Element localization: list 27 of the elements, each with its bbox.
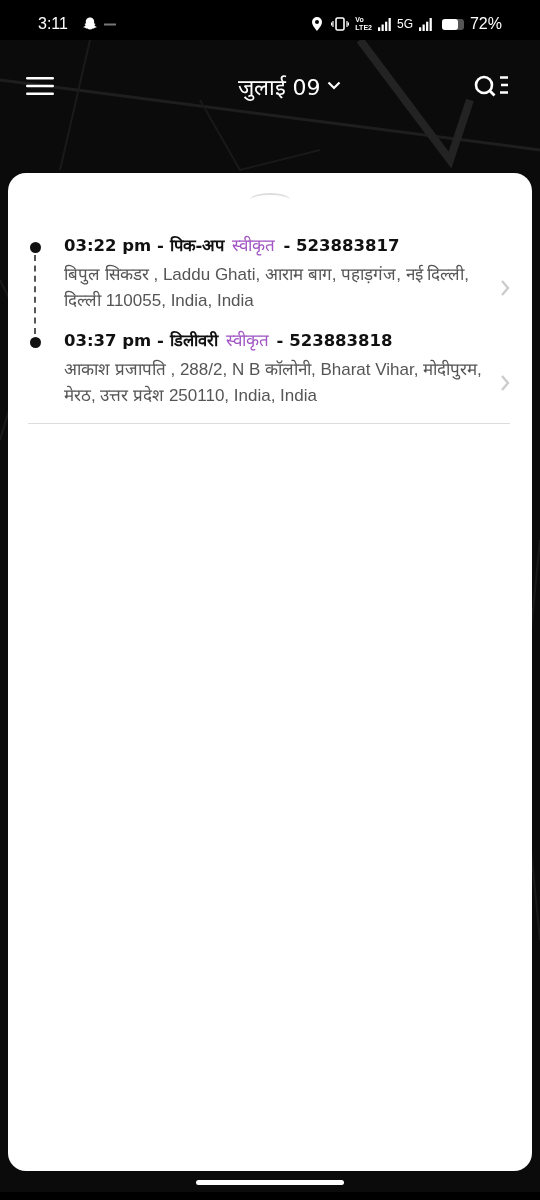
timeline-dot xyxy=(29,337,41,348)
menu-icon[interactable] xyxy=(26,75,54,96)
stop-row[interactable]: 03:22 pm - पिक-अप स्वीकृत - 523883817 बिपुल सिकडर , Laddu Ghati, आराम बाग, पहाड़गंज, नई दिल्ली, दिल्ली 110055, India, India xyxy=(64,233,510,328)
vibrate-icon xyxy=(331,16,350,32)
stop-time-type: 03:37 pm - डिलीवरी xyxy=(64,330,218,351)
chevron-right-icon xyxy=(500,374,510,392)
chevron-down-icon xyxy=(326,81,341,90)
order-number: - 523883817 xyxy=(283,236,400,255)
signal-icon xyxy=(418,17,432,31)
address-text: बिपुल सिकडर , Laddu Ghati, आराम बाग, पहाड़गंज, नई दिल्ली, दिल्ली 110055, India, India xyxy=(64,263,471,312)
notification-icon xyxy=(103,22,116,26)
battery-percentage: 72% xyxy=(469,15,502,33)
stop-time-type: 03:22 pm - पिक-अप xyxy=(64,235,225,256)
timeline-dot xyxy=(29,242,41,253)
search-icon[interactable] xyxy=(474,73,510,98)
ghost-icon xyxy=(81,16,98,32)
stop-row[interactable]: 03:37 pm - डिलीवरी स्वीकृत - 523883818 आकाश प्रजापति , 288/2, N B कॉलोनी, Bharat Vihar, मोदीपुरम, मेरठ, उत्तर प्रदेश 250110, India, India xyxy=(64,328,510,423)
address-text: आकाश प्रजापति , 288/2, N B कॉलोनी, Bharat Vihar, मोदीपुरम, मेरठ, उत्तर प्रदेश 250110, India, India xyxy=(64,358,483,407)
chevron-right-icon xyxy=(500,279,510,297)
clock: 3:11 xyxy=(38,15,68,33)
status-label: स्वीकृत xyxy=(232,234,276,256)
signal-icon xyxy=(377,17,391,31)
network-label: 5G xyxy=(396,17,413,31)
order-number: - 523883818 xyxy=(276,331,393,350)
battery-icon xyxy=(441,18,464,30)
date-selector[interactable]: जुलाई 09 xyxy=(237,70,341,101)
status-label: स्वीकृत xyxy=(225,329,269,351)
